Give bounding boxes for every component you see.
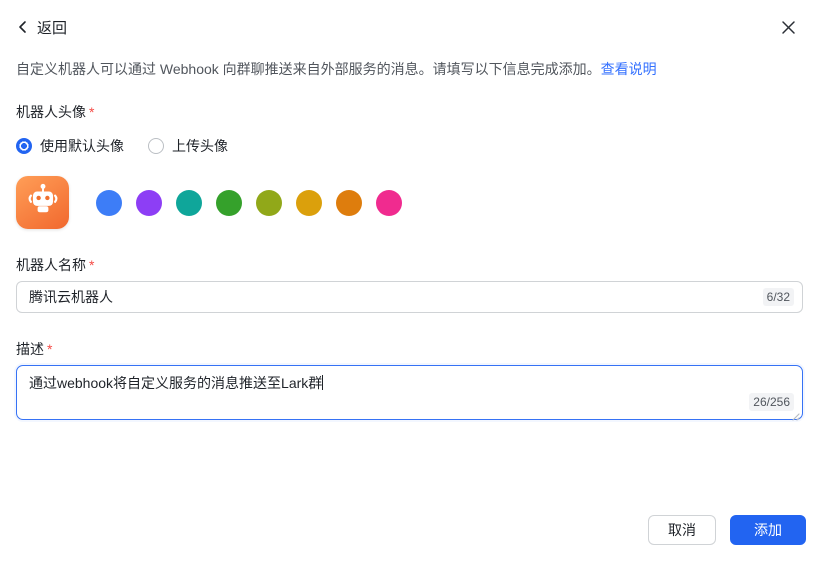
robot-avatar-preview (16, 176, 69, 229)
text-caret (322, 375, 324, 390)
required-asterisk: * (89, 104, 95, 120)
avatar-color-dot[interactable] (336, 189, 362, 216)
name-field-label: 机器人名称 * (16, 257, 803, 274)
avatar-color-dot[interactable] (96, 189, 122, 216)
avatar-label-text: 机器人头像 (16, 104, 86, 120)
description-label-text: 描述 (16, 341, 44, 357)
bot-name-input[interactable] (16, 281, 803, 313)
radio-upload-avatar[interactable]: 上传头像 (148, 136, 228, 156)
help-link[interactable]: 查看说明 (601, 61, 657, 77)
description-field-label: 描述 * (16, 341, 803, 358)
add-custom-bot-dialog: 返回 自定义机器人可以通过 Webhook 向群聊推送来自外部服务的消息。请填写… (0, 0, 819, 563)
name-label-text: 机器人名称 (16, 257, 86, 273)
radio-unselected-icon (148, 138, 164, 154)
radio-upload-label: 上传头像 (172, 138, 228, 154)
avatar-color-dot[interactable] (216, 189, 242, 216)
radio-selected-icon (16, 138, 32, 154)
add-button[interactable]: 添加 (730, 515, 806, 545)
avatar-color-dot[interactable] (136, 189, 162, 216)
intro-description: 自定义机器人可以通过 Webhook 向群聊推送来自外部服务的消息。请填写以下信… (16, 61, 601, 77)
close-button[interactable] (776, 15, 800, 39)
description-char-counter: 26/256 (749, 393, 794, 411)
required-asterisk: * (47, 341, 53, 357)
back-label: 返回 (37, 19, 68, 37)
chevron-left-icon (16, 20, 30, 34)
avatar-color-dot[interactable] (296, 189, 322, 216)
robot-icon (25, 182, 61, 223)
close-icon (781, 20, 796, 35)
description-text: 通过webhook将自定义服务的消息推送至Lark群 (29, 375, 323, 391)
dialog-footer: 取消 添加 (648, 515, 806, 545)
radio-default-avatar[interactable]: 使用默认头像 (16, 136, 124, 156)
avatar-picker-row (16, 176, 803, 229)
avatar-color-dot[interactable] (176, 189, 202, 216)
resize-handle[interactable] (790, 407, 800, 421)
radio-default-label: 使用默认头像 (40, 138, 124, 154)
avatar-radio-group: 使用默认头像 上传头像 (16, 136, 803, 156)
cancel-button[interactable]: 取消 (648, 515, 716, 545)
avatar-color-options (96, 189, 402, 216)
name-input-wrap: 6/32 (16, 281, 803, 313)
required-asterisk: * (89, 257, 95, 273)
intro-text: 自定义机器人可以通过 Webhook 向群聊推送来自外部服务的消息。请填写以下信… (16, 60, 803, 79)
back-button[interactable]: 返回 (16, 17, 67, 38)
avatar-color-dot[interactable] (256, 189, 282, 216)
avatar-field-label: 机器人头像 * (16, 104, 803, 121)
bot-description-textarea[interactable]: 通过webhook将自定义服务的消息推送至Lark群 26/256 (16, 365, 803, 421)
name-char-counter: 6/32 (762, 288, 794, 306)
avatar-color-dot[interactable] (376, 189, 402, 216)
dialog-header: 返回 (16, 0, 803, 39)
